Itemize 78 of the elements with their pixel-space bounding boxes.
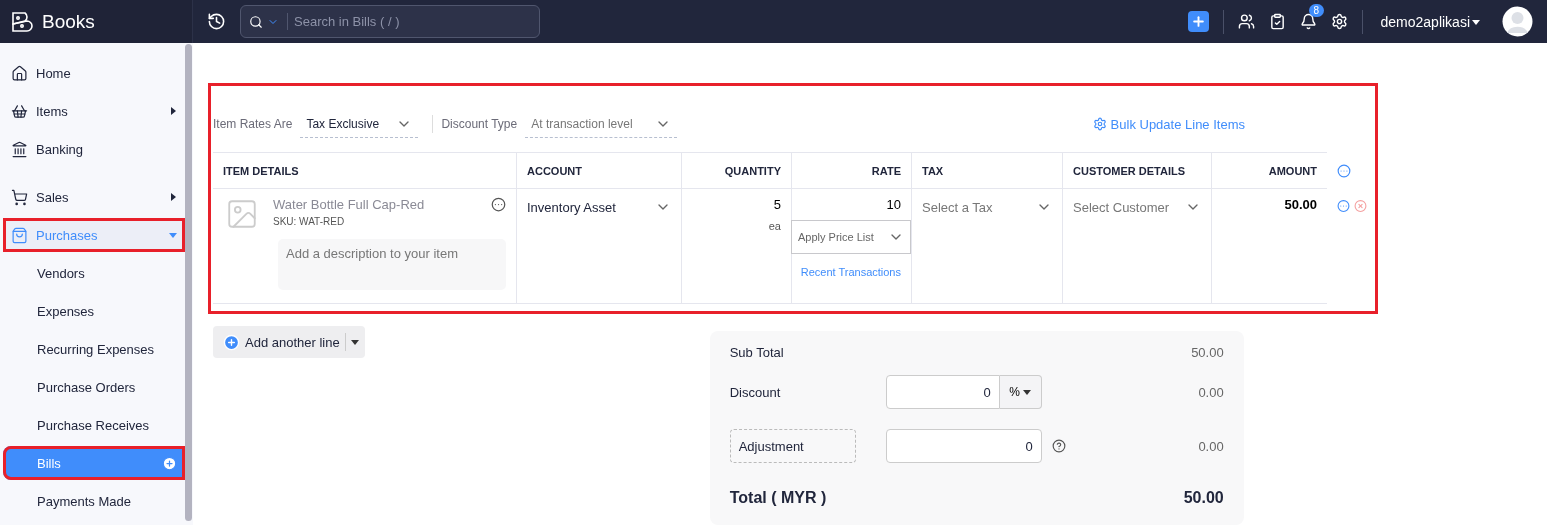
unit-label: ea xyxy=(768,220,781,232)
item-rates-select[interactable]: Tax Exclusive xyxy=(300,110,419,138)
discount-label: Discount xyxy=(729,384,782,400)
add-line-button[interactable]: Add another line xyxy=(213,326,365,358)
caret-right-icon xyxy=(169,107,177,115)
sidebar-item[interactable]: Items xyxy=(3,94,185,128)
bell-icon[interactable] xyxy=(1299,13,1317,30)
help-icon[interactable] xyxy=(1051,439,1066,453)
sidebar-item[interactable]: Vendors xyxy=(3,256,185,290)
notification-badge: 8 xyxy=(1308,4,1325,17)
discount-type-select[interactable]: At transaction level xyxy=(525,110,678,138)
bank-icon xyxy=(11,140,28,158)
column-header: TAX xyxy=(911,152,1062,189)
total-value: 50.00 xyxy=(1183,489,1224,507)
plus-circle-icon xyxy=(223,333,240,351)
gear-icon xyxy=(1092,117,1107,131)
settings-icon[interactable] xyxy=(1330,13,1348,30)
history-icon[interactable] xyxy=(207,12,226,31)
image-placeholder-icon xyxy=(225,197,259,231)
home-icon xyxy=(11,64,28,82)
option-label: Item Rates Are xyxy=(213,117,293,131)
amount-value: 50.00 xyxy=(1284,197,1317,212)
more-icon[interactable] xyxy=(491,197,506,212)
cart-icon xyxy=(11,188,28,206)
item-sku: SKU: WAT-RED xyxy=(273,216,346,227)
search-bar[interactable]: Search in Bills ( / ) xyxy=(240,5,540,38)
clipboard-icon[interactable] xyxy=(1268,13,1286,30)
plus-icon xyxy=(1190,14,1206,29)
caret-down-icon xyxy=(169,231,177,239)
tax-select[interactable]: Select a Tax xyxy=(922,199,1052,215)
amount-input[interactable]: 0 xyxy=(885,429,1042,463)
sidebar-item[interactable]: Purchase Orders xyxy=(3,370,185,404)
app-name: Books xyxy=(42,10,95,33)
sidebar-item[interactable]: Sales xyxy=(3,180,185,214)
item-name: Water Bottle Full Cap-Red xyxy=(273,197,426,212)
unit-select[interactable]: % xyxy=(999,375,1042,409)
logo-icon xyxy=(10,9,34,34)
avatar[interactable] xyxy=(1502,6,1533,37)
column-options-icon[interactable] xyxy=(1337,163,1351,178)
option-label: Discount Type xyxy=(441,117,518,131)
search-icon[interactable] xyxy=(249,14,263,29)
column-header: ACCOUNT xyxy=(516,152,681,189)
add-icon[interactable] xyxy=(162,455,177,471)
bag-icon xyxy=(11,226,28,244)
caret-down-icon xyxy=(1023,388,1031,396)
user-menu[interactable]: demo2aplikasi xyxy=(1380,13,1480,30)
column-header: ITEM DETAILS xyxy=(213,152,516,189)
sidebar-item[interactable]: Purchase Receives xyxy=(3,408,185,442)
description-field[interactable]: Add a description to your item xyxy=(278,239,506,290)
discount-field[interactable]: 0 xyxy=(885,375,1000,409)
subtotal-value: 50.00 xyxy=(1191,344,1224,360)
sidebar-item[interactable]: Payments Made xyxy=(3,484,185,518)
column-header: AMOUNT xyxy=(1211,152,1327,189)
adjustment-label[interactable]: Adjustment xyxy=(729,429,856,463)
column-header: CUSTOMER DETAILS xyxy=(1062,152,1211,189)
caret-down-icon xyxy=(1472,17,1480,26)
subtotal-label: Sub Total xyxy=(729,344,785,360)
total-label: Total ( MYR ) xyxy=(729,489,828,507)
sidebar-item[interactable]: Banking xyxy=(3,132,185,166)
price-list-select[interactable]: Apply Price List xyxy=(791,220,911,254)
rate-value: 10 xyxy=(886,197,901,212)
column-header: RATE xyxy=(791,152,911,189)
search-field[interactable]: Search in Bills ( / ) xyxy=(287,13,531,30)
new-button[interactable] xyxy=(1187,11,1209,32)
quantity-value: 5 xyxy=(773,197,781,212)
sidebar-item[interactable]: Recurring Expenses xyxy=(3,332,185,366)
adjustment-value: 0.00 xyxy=(1198,438,1224,454)
column-header: QUANTITY xyxy=(681,152,791,189)
users-icon[interactable] xyxy=(1237,13,1255,30)
row-options-icon[interactable] xyxy=(1337,199,1350,213)
basket-icon xyxy=(11,102,28,120)
caret-down-icon xyxy=(350,338,359,346)
sidebar-item[interactable]: Home xyxy=(3,56,185,90)
customer-select[interactable]: Select Customer xyxy=(1073,199,1201,215)
discount-value: 0.00 xyxy=(1198,384,1224,400)
account-select[interactable]: Inventory Asset xyxy=(527,199,671,215)
sidebar-item[interactable]: Expenses xyxy=(3,294,185,328)
caret-right-icon xyxy=(169,193,177,201)
